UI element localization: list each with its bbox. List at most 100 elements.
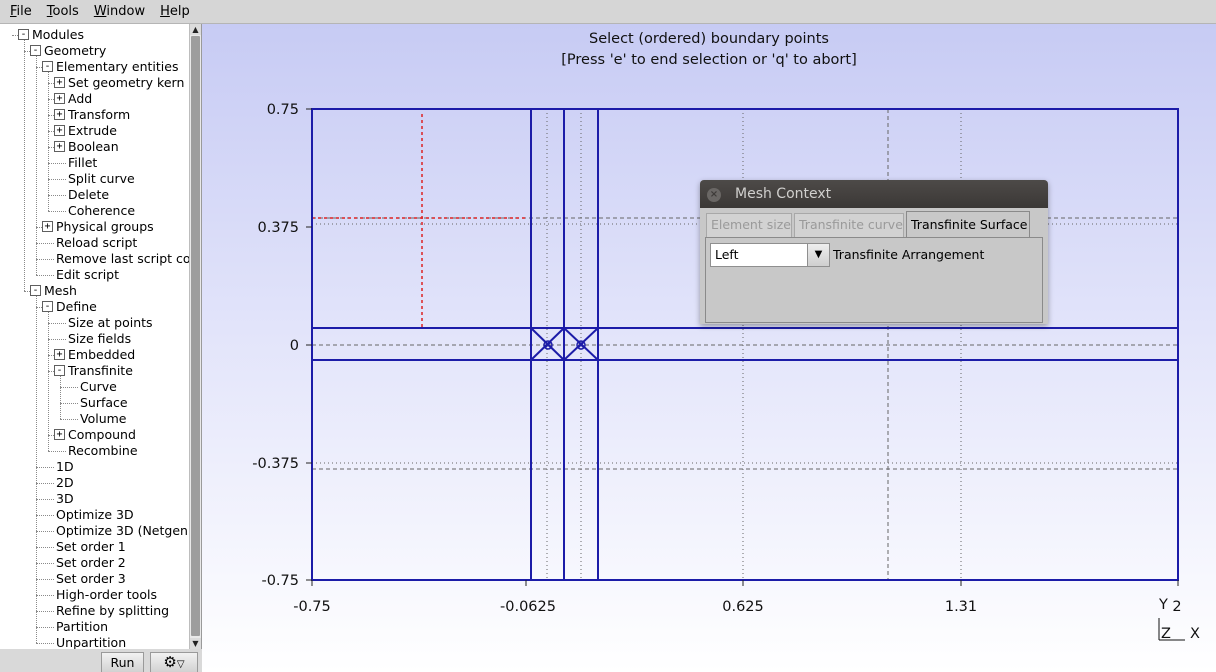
tree-connector [48, 179, 66, 180]
tree-item[interactable]: Coherence [68, 203, 135, 219]
tab-element-size[interactable]: Element size [706, 213, 792, 237]
collapse-icon[interactable]: - [18, 29, 29, 40]
tree-connector [36, 531, 54, 532]
tree-connector [36, 483, 54, 484]
tree-item[interactable]: Optimize 3D (Netgen [56, 523, 188, 539]
run-button-label: Run [110, 655, 135, 670]
menu-help[interactable]: Help [155, 0, 195, 24]
tree-item[interactable]: Mesh [44, 283, 77, 299]
tree-connector [36, 243, 54, 244]
menu-window[interactable]: Window [89, 0, 150, 24]
tree-guide-line [48, 72, 49, 211]
collapse-icon[interactable]: - [30, 285, 41, 296]
tree-connector [60, 419, 78, 420]
menu-help-mnemonic: H [160, 3, 170, 19]
tree-item[interactable]: Remove last script co [56, 251, 191, 267]
expand-icon[interactable]: + [54, 77, 65, 88]
tree-item[interactable]: Size at points [68, 315, 153, 331]
tree-guide-line [24, 40, 25, 291]
tree-item[interactable]: Define [56, 299, 97, 315]
tab-transfinite-curve[interactable]: Transfinite curve [794, 213, 904, 237]
scroll-thumb[interactable] [191, 36, 200, 636]
dropdown-arrow-icon[interactable]: ▼ [807, 244, 829, 266]
settings-button[interactable]: ⚙▽ [150, 652, 198, 672]
tree-item[interactable]: Fillet [68, 155, 97, 171]
collapse-icon[interactable]: - [42, 61, 53, 72]
tree-item[interactable]: Set geometry kern [68, 75, 184, 91]
x-tick-label: 2 [1172, 599, 1181, 615]
collapse-icon[interactable]: - [54, 365, 65, 376]
tree-item[interactable]: Delete [68, 187, 109, 203]
y-tick-label: -0.75 [261, 573, 299, 589]
tree-connector [48, 323, 66, 324]
expand-icon[interactable]: + [54, 93, 65, 104]
menu-bar: File Tools Window Help [0, 0, 1216, 24]
tree-scrollbar[interactable]: ▲ ▼ [189, 24, 201, 649]
expand-icon[interactable]: + [54, 349, 65, 360]
close-icon[interactable]: × [707, 188, 721, 202]
tree-item[interactable]: Curve [80, 379, 117, 395]
tree-item[interactable]: Transfinite [68, 363, 133, 379]
tree-item[interactable]: Extrude [68, 123, 117, 139]
tree-item[interactable]: Unpartition [56, 635, 126, 649]
tree-item[interactable]: Set order 3 [56, 571, 126, 587]
tree-item[interactable]: Modules [32, 27, 84, 43]
tree-item[interactable]: 2D [56, 475, 74, 491]
tree-item[interactable]: Split curve [68, 171, 135, 187]
tree-connector [36, 627, 54, 628]
tree-item[interactable]: Geometry [44, 43, 106, 59]
tree-item[interactable]: Partition [56, 619, 108, 635]
tree-connector [36, 563, 54, 564]
run-button[interactable]: Run [101, 652, 144, 672]
tree-item[interactable]: Elementary entities [56, 59, 179, 75]
tree-item[interactable]: Physical groups [56, 219, 154, 235]
expand-icon[interactable]: + [42, 221, 53, 232]
tree-item[interactable]: High-order tools [56, 587, 157, 603]
tree-item[interactable]: Refine by splitting [56, 603, 169, 619]
tree-item[interactable]: Set order 1 [56, 539, 126, 555]
x-tick-label: 1.31 [945, 599, 977, 615]
mesh-canvas[interactable]: 0.75 0.375 0 -0.375 -0.75 -0.75 -0.0625 … [202, 24, 1216, 672]
tree-item[interactable]: Volume [80, 411, 127, 427]
expand-icon[interactable]: + [54, 429, 65, 440]
gear-icon: ⚙ [163, 653, 177, 671]
tree-connector [48, 163, 66, 164]
tree-item[interactable]: Size fields [68, 331, 131, 347]
tree-connector [36, 499, 54, 500]
tab-transfinite-surface[interactable]: Transfinite Surface [906, 211, 1030, 237]
menu-window-label: indow [106, 3, 146, 19]
tab-transfinite-surface-label: Transfinite Surface [911, 217, 1028, 232]
triad-x-label: X [1190, 626, 1200, 642]
menu-tools[interactable]: Tools [42, 0, 84, 24]
tab-element-size-label: Element size [711, 217, 791, 232]
tree-item[interactable]: Compound [68, 427, 136, 443]
tree-item[interactable]: Set order 2 [56, 555, 126, 571]
collapse-icon[interactable]: - [42, 301, 53, 312]
arrangement-select[interactable]: Left ▼ [710, 243, 830, 267]
tree-item[interactable]: Edit script [56, 267, 119, 283]
tree-connector [60, 387, 78, 388]
scroll-down-arrow-icon[interactable]: ▼ [190, 638, 201, 649]
dialog-titlebar[interactable]: × Mesh Context [700, 180, 1048, 208]
collapse-icon[interactable]: - [30, 45, 41, 56]
tree-item[interactable]: Recombine [68, 443, 138, 459]
tree-item[interactable]: Transform [68, 107, 130, 123]
expand-icon[interactable]: + [54, 109, 65, 120]
tree-item[interactable]: Boolean [68, 139, 119, 155]
tree-item[interactable]: Embedded [68, 347, 135, 363]
menu-tools-label: ools [52, 3, 79, 19]
graphic-window[interactable]: Select (ordered) boundary points [Press … [202, 24, 1216, 672]
tree-item[interactable]: Add [68, 91, 92, 107]
tree-item[interactable]: Optimize 3D [56, 507, 134, 523]
tree-item[interactable]: Reload script [56, 235, 137, 251]
selected-point-guides [312, 114, 527, 329]
transfinite-surface-panel: Left ▼ Transfinite Arrangement [705, 237, 1043, 323]
menu-file[interactable]: File [5, 0, 37, 24]
tree-item[interactable]: Surface [80, 395, 128, 411]
expand-icon[interactable]: + [54, 141, 65, 152]
scroll-up-arrow-icon[interactable]: ▲ [190, 24, 201, 35]
expand-icon[interactable]: + [54, 125, 65, 136]
tree-connector [36, 611, 54, 612]
tree-item[interactable]: 3D [56, 491, 74, 507]
tree-item[interactable]: 1D [56, 459, 74, 475]
